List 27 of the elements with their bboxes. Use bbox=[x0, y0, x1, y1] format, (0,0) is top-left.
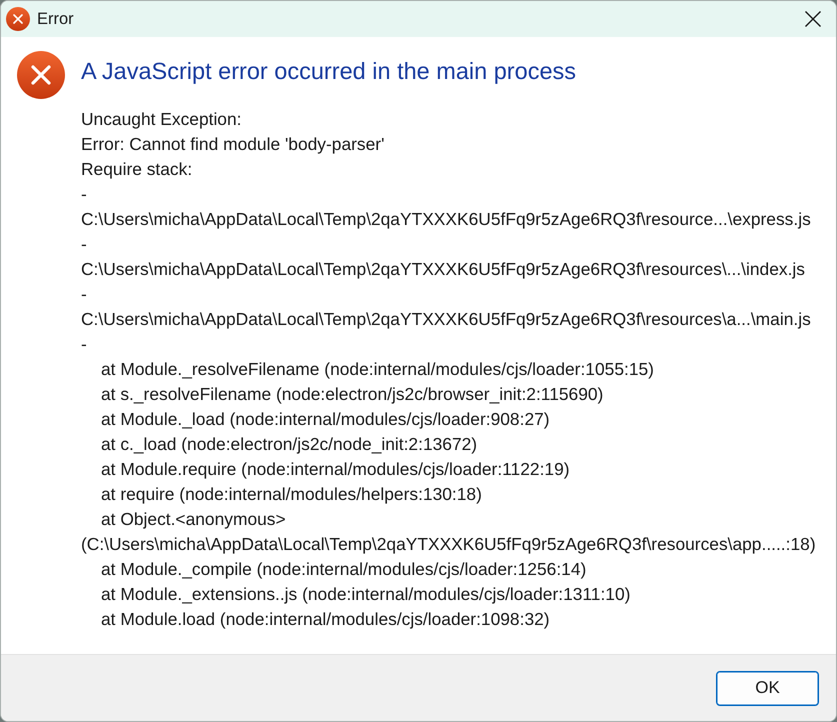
stack-frame-line: at Module._compile (node:internal/modules/cjs/loader:1256:14) bbox=[100, 558, 586, 581]
window-title: Error bbox=[37, 10, 75, 28]
message-line: C:\Users\micha\AppData\Local\Temp\2qaYTXXXK6U5fFq9r5zAge6RQ3f\resources\...\index.js bbox=[81, 258, 805, 281]
message-line: (C:\Users\micha\AppData\Local\Temp\2qaYTXXXK6U5fFq9r5zAge6RQ3f\resources\app.....:18) bbox=[81, 533, 816, 556]
message-line: Uncaught Exception: bbox=[81, 108, 242, 131]
error-icon bbox=[17, 51, 65, 99]
stack-frame-line: at Module.require (node:internal/modules/cjs/loader:1122:19) bbox=[100, 458, 570, 481]
message-line: - bbox=[81, 233, 87, 256]
dialog-heading: A JavaScript error occurred in the main process bbox=[81, 57, 576, 86]
message-line: Require stack: bbox=[81, 158, 192, 181]
stack-frame-line: at Module._extensions..js (node:internal/modules/cjs/loader:1311:10) bbox=[100, 583, 630, 606]
message-line: C:\Users\micha\AppData\Local\Temp\2qaYTXXXK6U5fFq9r5zAge6RQ3f\resource...\express.js bbox=[81, 208, 811, 231]
ok-button[interactable]: OK bbox=[716, 670, 819, 706]
stack-frame-line: at Object.<anonymous> bbox=[100, 508, 286, 531]
close-icon bbox=[805, 11, 821, 27]
stack-frame-line: at require (node:internal/modules/helpers:130:18) bbox=[100, 483, 482, 506]
stack-frame-line: at c._load (node:electron/js2c/node_init:2:13672) bbox=[100, 433, 478, 456]
stack-frame-line: at Module._load (node:internal/modules/cjs/loader:908:27) bbox=[100, 408, 550, 431]
stack-frame-line: at Module.load (node:internal/modules/cjs/loader:1098:32) bbox=[100, 608, 550, 631]
error-icon bbox=[6, 7, 30, 31]
stack-frame-line: at Module._resolveFilename (node:internal/modules/cjs/loader:1055:15) bbox=[100, 358, 654, 381]
message-line: Error: Cannot find module 'body-parser' bbox=[81, 133, 384, 156]
message-line: C:\Users\micha\AppData\Local\Temp\2qaYTXXXK6U5fFq9r5zAge6RQ3f\resources\a...\main.js bbox=[81, 308, 811, 331]
message-line: - bbox=[81, 183, 87, 206]
message-line: - bbox=[81, 283, 87, 306]
stack-frame-line: at s._resolveFilename (node:electron/js2c/browser_init:2:115690) bbox=[100, 383, 604, 406]
message-line: - bbox=[81, 333, 87, 356]
